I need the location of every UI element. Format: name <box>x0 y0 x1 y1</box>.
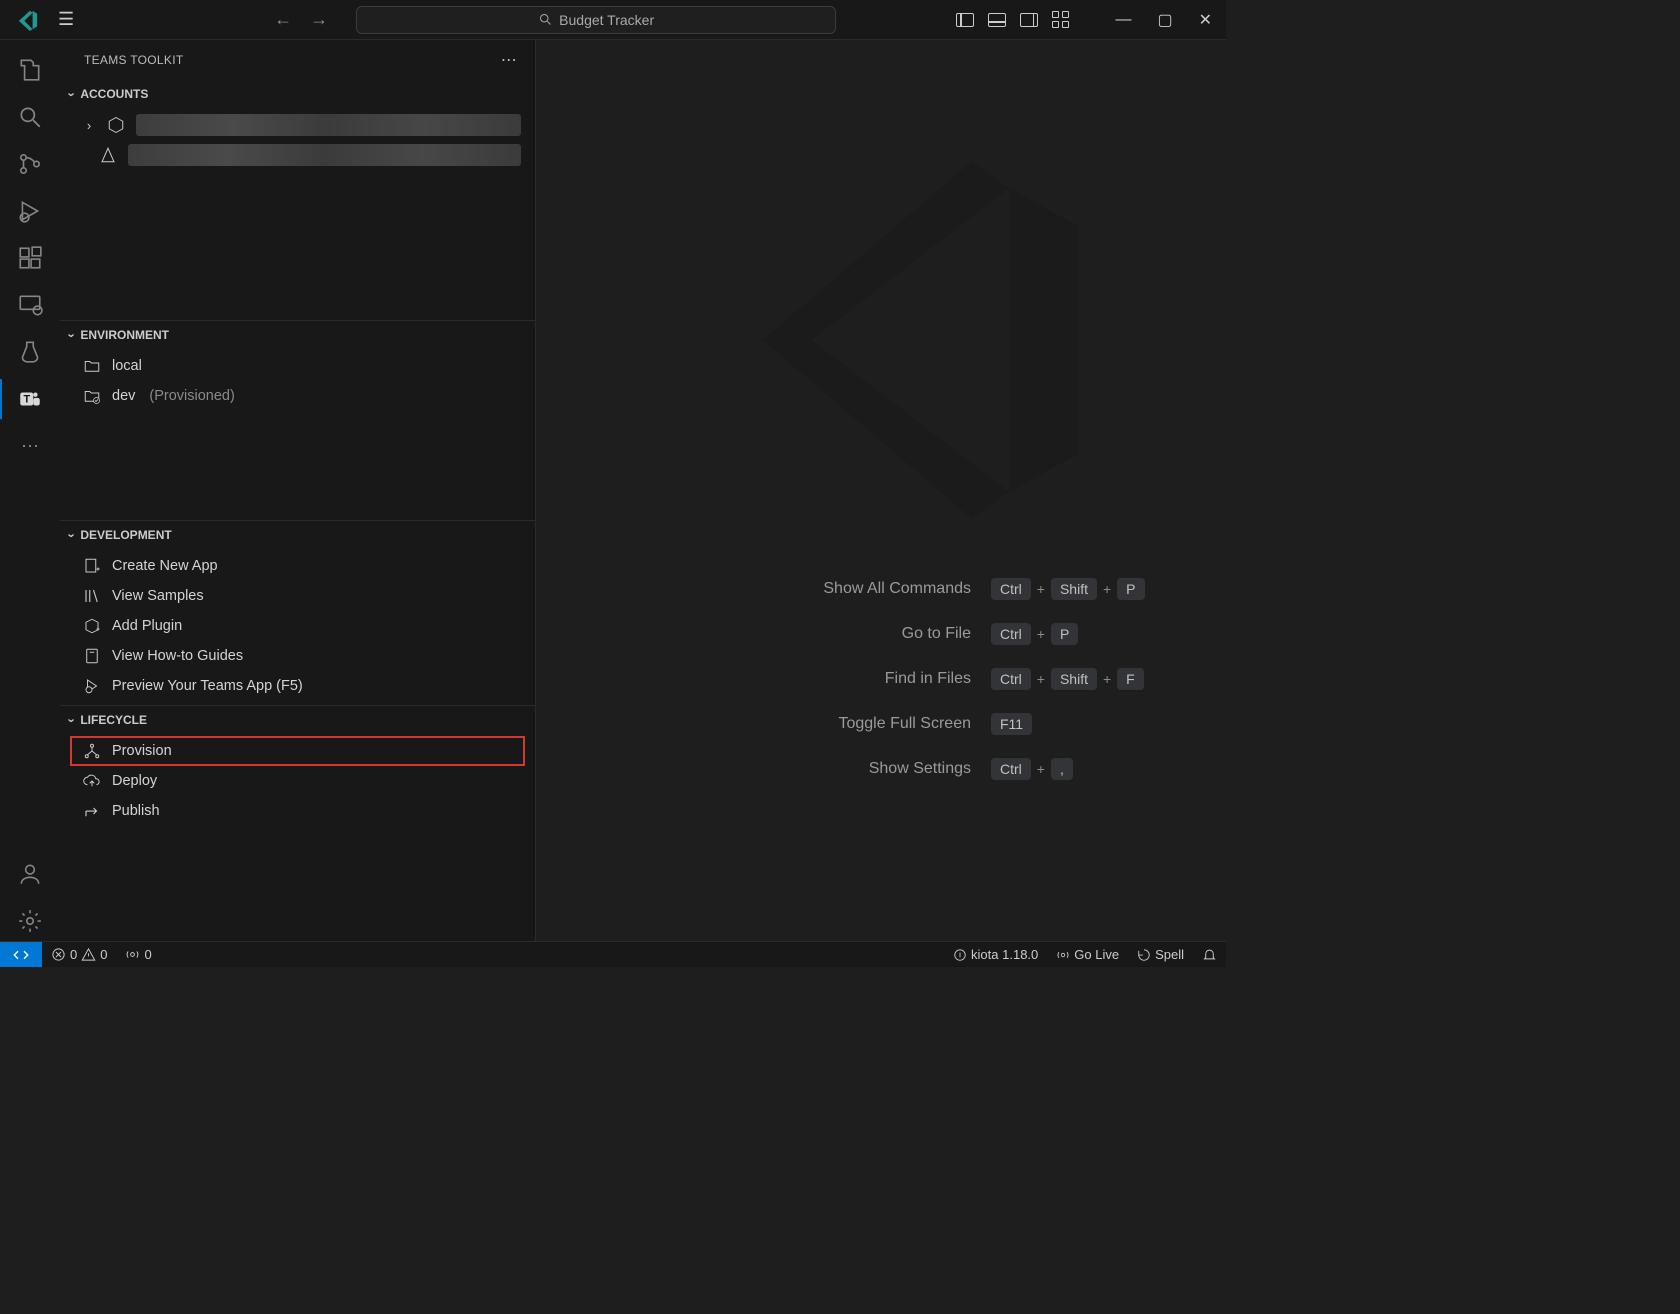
sidebar-title: TEAMS TOOLKIT <box>84 53 183 67</box>
folder-check-icon <box>82 387 102 405</box>
vscode-logo-icon <box>16 8 40 32</box>
account-m365-row[interactable]: › <box>60 110 535 140</box>
window-minimize-icon[interactable]: — <box>1109 11 1137 29</box>
new-file-icon <box>82 557 102 575</box>
account-azure-row[interactable] <box>60 140 535 170</box>
run-debug-icon[interactable] <box>10 191 50 231</box>
dev-create-new-app[interactable]: Create New App <box>60 551 535 581</box>
source-control-icon[interactable] <box>10 144 50 184</box>
welcome-show-settings: Show Settings Ctrl+ , <box>611 746 1151 791</box>
dev-add-plugin[interactable]: Add Plugin <box>60 611 535 641</box>
env-dev-status: (Provisioned) <box>149 388 234 404</box>
section-environment-header[interactable]: › ENVIRONMENT <box>60 321 535 349</box>
env-local-label: local <box>112 358 142 374</box>
status-kiota[interactable]: kiota 1.18.0 <box>944 947 1047 962</box>
chevron-down-icon: › <box>65 718 80 722</box>
extensions-icon[interactable] <box>10 238 50 278</box>
library-icon <box>82 587 102 605</box>
testing-icon[interactable] <box>10 332 50 372</box>
toggle-secondary-sidebar-icon[interactable] <box>1020 13 1038 27</box>
lifecycle-provision[interactable]: Provision <box>70 736 525 766</box>
remote-indicator[interactable] <box>0 942 42 967</box>
status-go-live[interactable]: Go Live <box>1047 947 1128 962</box>
sidebar-more-icon[interactable]: ⋯ <box>501 50 517 70</box>
section-accounts-header[interactable]: › ACCOUNTS <box>60 80 535 108</box>
activity-bar: T ⋯ <box>0 40 60 941</box>
chevron-down-icon: › <box>65 333 80 337</box>
titlebar: ☰ ← → Budget Tracker — ▢ ✕ <box>0 0 1226 40</box>
status-problems[interactable]: 0 0 <box>42 947 116 962</box>
lifecycle-deploy[interactable]: Deploy <box>60 766 535 796</box>
nav-forward-icon[interactable]: → <box>310 9 328 30</box>
status-ports[interactable]: 0 <box>116 947 160 962</box>
toggle-panel-icon[interactable] <box>988 13 1006 27</box>
welcome-toggle-full-screen: Toggle Full Screen F11 <box>611 701 1151 746</box>
toggle-primary-sidebar-icon[interactable] <box>956 13 974 27</box>
env-local-row[interactable]: local <box>60 351 535 381</box>
teams-toolkit-icon[interactable]: T <box>10 379 50 419</box>
dev-howto-guides[interactable]: View How-to Guides <box>60 641 535 671</box>
command-center[interactable]: Budget Tracker <box>356 6 836 34</box>
redacted-account-2 <box>128 144 521 166</box>
remote-explorer-icon[interactable] <box>10 285 50 325</box>
type-hierarchy-icon <box>82 742 102 760</box>
vscode-watermark-icon <box>736 150 1116 530</box>
export-icon <box>82 802 102 820</box>
chevron-right-icon: › <box>82 118 96 133</box>
env-dev-row[interactable]: dev (Provisioned) <box>60 381 535 411</box>
section-lifecycle-header[interactable]: › LIFECYCLE <box>60 706 535 734</box>
package-icon <box>82 617 102 635</box>
explorer-icon[interactable] <box>10 50 50 90</box>
accounts-icon[interactable] <box>10 854 50 894</box>
more-icon[interactable]: ⋯ <box>10 426 50 466</box>
welcome-find-in-files: Find in Files Ctrl+ Shift+ F <box>611 656 1151 701</box>
dev-preview-teams-app[interactable]: Preview Your Teams App (F5) <box>60 671 535 701</box>
welcome-go-to-file: Go to File Ctrl+ P <box>611 611 1151 656</box>
debug-play-icon <box>82 677 102 695</box>
nav-back-icon[interactable]: ← <box>274 9 292 30</box>
window-maximize-icon[interactable]: ▢ <box>1151 10 1178 30</box>
search-icon[interactable] <box>10 97 50 137</box>
status-spell[interactable]: Spell <box>1128 947 1193 962</box>
lifecycle-publish[interactable]: Publish <box>60 796 535 826</box>
folder-icon <box>82 357 102 375</box>
settings-gear-icon[interactable] <box>10 901 50 941</box>
window-close-icon[interactable]: ✕ <box>1193 10 1218 30</box>
welcome-shortcuts: Show All Commands Ctrl+ Shift+ P Go to F… <box>611 566 1151 791</box>
welcome-show-all-commands: Show All Commands Ctrl+ Shift+ P <box>611 566 1151 611</box>
redacted-account-1 <box>136 114 521 136</box>
chevron-down-icon: › <box>65 92 80 96</box>
azure-icon <box>98 146 118 164</box>
customize-layout-icon[interactable] <box>1052 11 1069 28</box>
status-bar: 0 0 0 kiota 1.18.0 Go Live Spell <box>0 941 1226 967</box>
hamburger-menu-icon[interactable]: ☰ <box>48 9 84 30</box>
sidebar: TEAMS TOOLKIT ⋯ › ACCOUNTS › <box>60 40 536 941</box>
svg-text:T: T <box>23 393 30 405</box>
section-development-header[interactable]: › DEVELOPMENT <box>60 521 535 549</box>
status-notifications-icon[interactable] <box>1193 947 1226 962</box>
command-center-text: Budget Tracker <box>559 12 654 28</box>
book-icon <box>82 647 102 665</box>
m365-icon <box>106 116 126 134</box>
editor-area: Show All Commands Ctrl+ Shift+ P Go to F… <box>536 40 1226 941</box>
env-dev-label: dev <box>112 388 135 404</box>
cloud-upload-icon <box>82 772 102 790</box>
dev-view-samples[interactable]: View Samples <box>60 581 535 611</box>
chevron-down-icon: › <box>65 533 80 537</box>
